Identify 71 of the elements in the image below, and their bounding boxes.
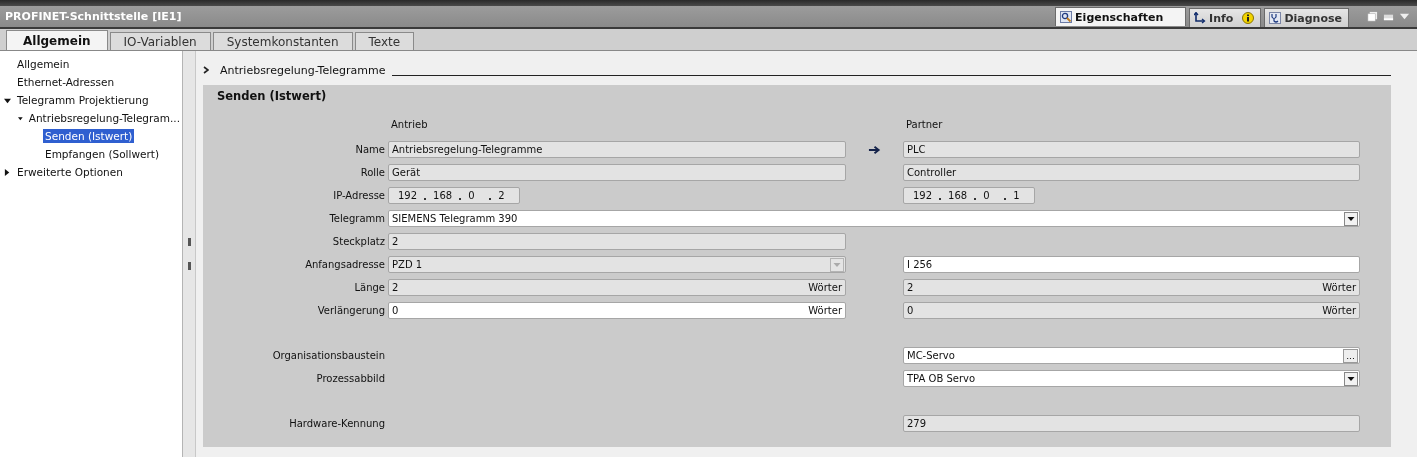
field-label: Steckplatz bbox=[331, 236, 385, 247]
unit-label: Wörter bbox=[1322, 305, 1356, 316]
unit-label: Wörter bbox=[808, 282, 842, 293]
readonly-field: Gerät bbox=[388, 164, 846, 181]
dropdown-icon[interactable] bbox=[1399, 11, 1410, 22]
browse-button[interactable]: ... bbox=[1343, 348, 1358, 363]
inspector-tab[interactable]: Diagnose bbox=[1264, 8, 1349, 27]
tree-item[interactable]: Ethernet-Adressen bbox=[15, 75, 117, 89]
ip-octet[interactable]: 168 bbox=[948, 190, 968, 201]
ip-octet[interactable]: 0 bbox=[983, 190, 998, 201]
readonly-field: 2 Wörter bbox=[903, 279, 1360, 296]
field-label: Name bbox=[354, 144, 385, 155]
field-label: Länge bbox=[353, 282, 385, 293]
ip-octet[interactable]: 192 bbox=[398, 190, 418, 201]
ip-octet[interactable]: 192 bbox=[913, 190, 933, 201]
field-label: Prozessabbild bbox=[315, 373, 385, 384]
restore-icon[interactable] bbox=[1367, 11, 1378, 22]
readonly-field: Controller bbox=[903, 164, 1360, 181]
field-label: IP-Adresse bbox=[332, 190, 385, 201]
tree-item[interactable]: Antriebsregelung-Telegram... bbox=[26, 111, 182, 125]
ip-octet[interactable]: 2 bbox=[498, 190, 513, 201]
expanded-icon[interactable] bbox=[18, 114, 23, 122]
info-icon bbox=[1242, 12, 1255, 24]
dropdown-field[interactable]: TPA OB Servo bbox=[903, 370, 1360, 387]
ip-octet[interactable]: 1 bbox=[1013, 190, 1028, 201]
arrow-icon bbox=[868, 144, 881, 155]
section-title: Antriebsregelung-Telegramme bbox=[220, 63, 386, 77]
dropdown-field[interactable]: SIEMENS Telegramm 390 bbox=[388, 210, 1360, 227]
field-label: Telegramm bbox=[328, 213, 385, 224]
tree-item[interactable]: Senden (Istwert) bbox=[43, 129, 135, 143]
ip-address-field[interactable]: 192 168 0 2 bbox=[388, 187, 520, 204]
inspector-tab[interactable]: Info bbox=[1189, 8, 1262, 27]
tree-item[interactable]: Telegramm Projektierung bbox=[15, 93, 151, 107]
tree-item[interactable]: Allgemein bbox=[15, 57, 72, 71]
panel-title: Senden (Istwert) bbox=[216, 89, 328, 105]
unit-label: Wörter bbox=[1322, 282, 1356, 293]
field-label: Hardware-Kennung bbox=[288, 418, 385, 429]
readonly-field: 2 Wörter bbox=[388, 279, 846, 296]
unit-label: Wörter bbox=[808, 305, 842, 316]
collapsed-icon[interactable] bbox=[4, 168, 11, 176]
chevron-icon[interactable] bbox=[203, 66, 209, 74]
inspector-tab[interactable]: Eigenschaften bbox=[1055, 7, 1187, 26]
ip-octet[interactable]: 168 bbox=[433, 190, 453, 201]
arrows-icon bbox=[1194, 12, 1207, 24]
window-title: PROFINET-Schnittstelle [IE1] bbox=[4, 10, 183, 25]
field-label: Verlängerung bbox=[316, 305, 385, 316]
browse-field[interactable]: MC-Servo ... bbox=[903, 347, 1360, 364]
dropdown-field: PZD 1 bbox=[388, 256, 846, 273]
column-heading: Partner bbox=[905, 119, 944, 132]
tree-item[interactable]: Erweiterte Optionen bbox=[15, 165, 125, 179]
expanded-icon[interactable] bbox=[4, 96, 11, 104]
tab[interactable]: IO-Variablen bbox=[109, 32, 211, 50]
tab[interactable]: Systemkonstanten bbox=[212, 32, 353, 50]
tree-item[interactable]: Empfangen (Sollwert) bbox=[43, 147, 162, 161]
readonly-field: 279 bbox=[903, 415, 1360, 432]
field-label: Rolle bbox=[359, 167, 385, 178]
tab[interactable]: Allgemein bbox=[6, 30, 108, 50]
stethoscope-icon bbox=[1269, 12, 1282, 24]
field-label: Anfangsadresse bbox=[304, 259, 385, 270]
input-field[interactable]: 0 Wörter bbox=[388, 302, 846, 319]
input-field[interactable]: I 256 bbox=[903, 256, 1360, 273]
readonly-field: 2 bbox=[388, 233, 846, 250]
ip-address-field[interactable]: 192 168 0 1 bbox=[903, 187, 1035, 204]
field-label: Organisationsbaustein bbox=[271, 350, 385, 361]
readonly-field: 0 Wörter bbox=[903, 302, 1360, 319]
ip-octet[interactable]: 0 bbox=[468, 190, 483, 201]
readonly-field: Antriebsregelung-Telegramme bbox=[388, 141, 846, 158]
tab[interactable]: Texte bbox=[354, 32, 415, 50]
column-heading: Antrieb bbox=[390, 119, 429, 132]
readonly-field: PLC bbox=[903, 141, 1360, 158]
magnifier-icon bbox=[1060, 11, 1073, 23]
